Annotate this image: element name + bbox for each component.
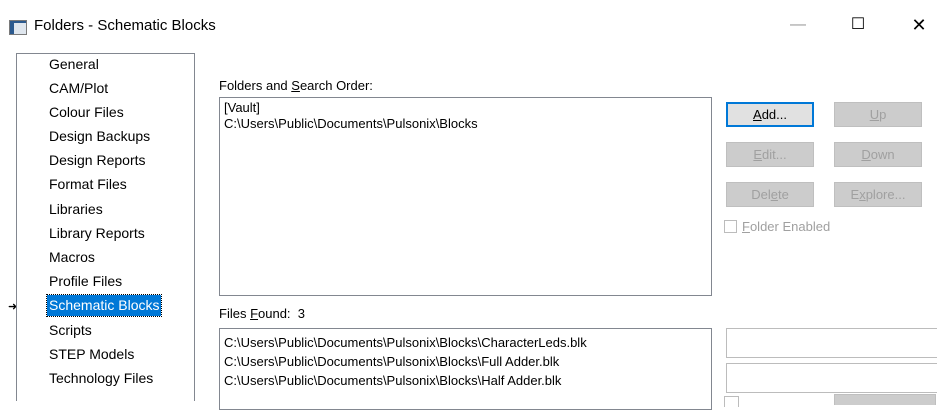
close-button[interactable]: ✕ [896,8,942,42]
sidebar-item-design-backups[interactable]: Design Backups [47,126,152,147]
file-item-half-adder[interactable]: C:\Users\Public\Documents\Pulsonix\Block… [224,373,561,389]
down-button[interactable]: Down [834,142,922,167]
folder-item-vault[interactable]: [Vault] [224,100,260,116]
delete-button[interactable]: Delete [726,182,814,207]
minimize-button[interactable]: — [775,8,821,42]
file-item-characterleds[interactable]: C:\Users\Public\Documents\Pulsonix\Block… [224,335,587,351]
file-detail-field-2[interactable] [726,363,937,393]
add-button[interactable]: Add... [726,102,814,127]
folders-list[interactable]: [Vault] C:\Users\Public\Documents\Pulson… [219,97,712,296]
files-found-count: 3 [297,306,306,321]
maximize-button[interactable]: ☐ [835,8,881,42]
window-title: Folders - Schematic Blocks [34,17,216,34]
title-bar: Folders - Schematic Blocks — ☐ ✕ [0,0,944,44]
sidebar-item-libraries[interactable]: Libraries [47,199,105,220]
folder-enabled-label: Folder Enabled [742,219,831,234]
sidebar-item-colour-files[interactable]: Colour Files [47,102,126,123]
file-detail-field-1[interactable] [726,328,937,358]
sidebar-item-scripts[interactable]: Scripts [47,320,94,341]
files-list[interactable]: C:\Users\Public\Documents\Pulsonix\Block… [219,328,712,410]
sidebar-item-profile-files[interactable]: Profile Files [47,271,124,292]
sidebar-item-general[interactable]: General [47,54,101,75]
sidebar-item-schematic-blocks[interactable]: Schematic Blocks [45,294,163,317]
files-found-label: Files Found: 3 [219,306,306,321]
up-button[interactable]: Up [834,102,922,127]
file-item-full-adder[interactable]: C:\Users\Public\Documents\Pulsonix\Block… [224,354,559,370]
explore-button[interactable]: Explore... [834,182,922,207]
sidebar-item-technology-files[interactable]: Technology Files [47,368,155,389]
sidebar-item-format-files[interactable]: Format Files [47,174,129,195]
folder-enabled-checkbox[interactable] [724,220,737,233]
sidebar-item-library-reports[interactable]: Library Reports [47,223,147,244]
sidebar-item-step-models[interactable]: STEP Models [47,344,136,365]
app-icon [9,20,27,35]
edit-button[interactable]: Edit... [726,142,814,167]
folder-item-blocks[interactable]: C:\Users\Public\Documents\Pulsonix\Block… [224,116,478,132]
partial-checkbox[interactable] [724,396,739,407]
sidebar-item-macros[interactable]: Macros [47,247,97,268]
folders-label: Folders and Search Order: [219,78,373,93]
sidebar-item-cam-plot[interactable]: CAM/Plot [47,78,110,99]
category-list[interactable]: General CAM/Plot Colour Files Design Bac… [16,53,195,401]
sidebar-item-design-reports[interactable]: Design Reports [47,150,148,171]
